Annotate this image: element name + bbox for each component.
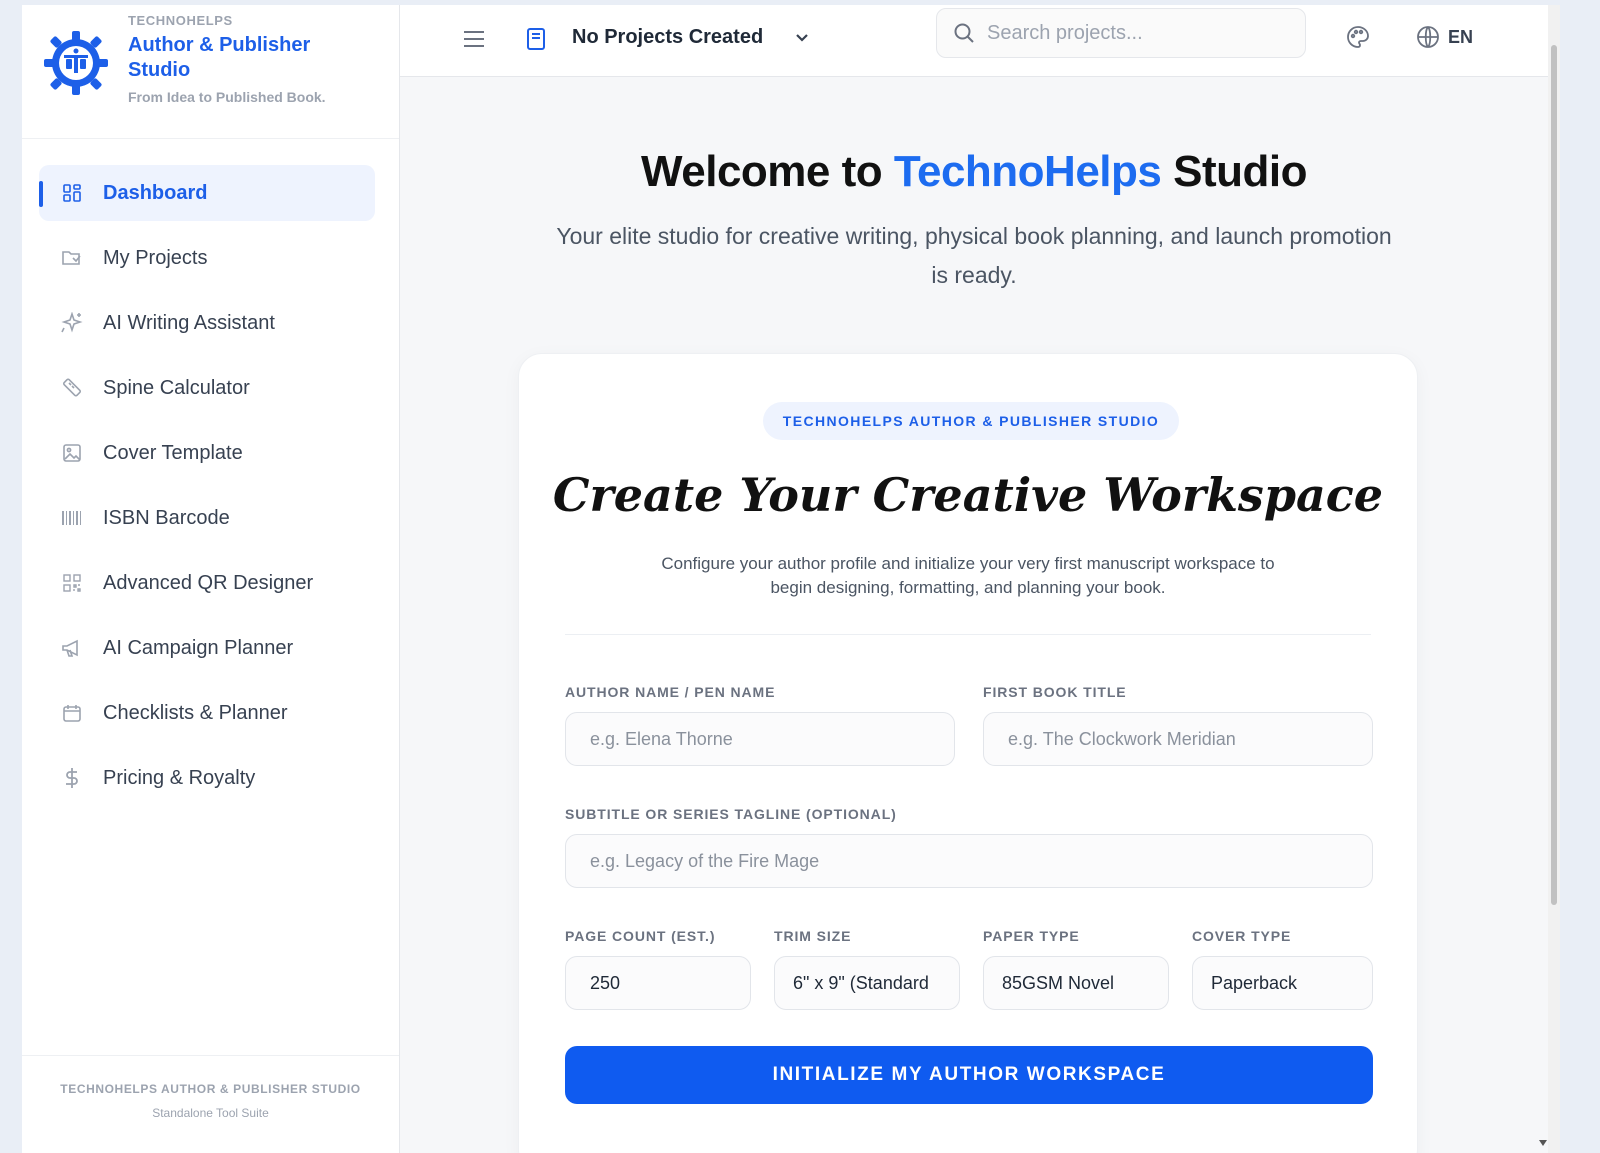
brand-tagline: From Idea to Published Book. <box>128 89 326 105</box>
title-prefix: Welcome to <box>641 147 894 196</box>
title-suffix: Studio <box>1161 147 1307 196</box>
book-button[interactable] <box>518 19 554 59</box>
menu-toggle-button[interactable] <box>454 19 494 59</box>
page-subtitle: Your elite studio for creative writing, … <box>556 223 1392 288</box>
sidebar-item-advanced-qr-designer[interactable]: Advanced QR Designer <box>39 555 375 611</box>
sidebar-item-dashboard[interactable]: Dashboard <box>39 165 375 221</box>
top-bar: No Projects Created EN <box>400 5 1548 77</box>
book-title-field-wrap <box>983 712 1373 766</box>
sidebar-item-spine-calculator[interactable]: Spine Calculator <box>39 360 375 416</box>
megaphone-icon <box>61 637 83 659</box>
sidebar-item-label: Pricing & Royalty <box>103 766 256 789</box>
paper-type-select[interactable] <box>983 956 1169 1010</box>
author-name-input[interactable] <box>590 728 954 750</box>
sidebar-footer-title: TECHNOHELPS AUTHOR & PUBLISHER STUDIO <box>60 1082 361 1096</box>
gear-logo-icon <box>44 31 108 95</box>
palette-icon <box>1347 26 1369 48</box>
hamburger-icon <box>464 31 484 47</box>
scrollbar[interactable] <box>1539 5 1560 1153</box>
sidebar-item-isbn-barcode[interactable]: ISBN Barcode <box>39 490 375 546</box>
page-title: Welcome to TechnoHelps Studio <box>400 147 1548 197</box>
page-count-field-wrap <box>565 956 751 1010</box>
initialize-workspace-button[interactable]: INITIALIZE MY AUTHOR WORKSPACE <box>565 1046 1373 1104</box>
calendar-icon <box>61 702 83 724</box>
cover-type-value[interactable] <box>1211 972 1372 994</box>
divider <box>565 634 1371 635</box>
sidebar-item-label: ISBN Barcode <box>103 506 230 529</box>
cover-type-select[interactable] <box>1192 956 1373 1010</box>
main-content: Welcome to TechnoHelps Studio Your elite… <box>400 77 1548 1153</box>
sidebar-item-label: Cover Template <box>103 441 243 464</box>
ruler-icon <box>61 377 83 399</box>
project-selector-label: No Projects Created <box>572 25 764 48</box>
qr-icon <box>61 572 83 594</box>
subtitle-field-wrap <box>565 834 1373 888</box>
sidebar-item-label: Advanced QR Designer <box>103 571 314 594</box>
sidebar-item-pricing-royalty[interactable]: Pricing & Royalty <box>39 750 375 806</box>
theme-button[interactable] <box>1340 19 1376 55</box>
card-title: Create Your Creative Workspace <box>552 468 1384 522</box>
trim-size-value[interactable] <box>793 972 959 994</box>
sidebar-item-my-projects[interactable]: My Projects <box>39 230 375 286</box>
sidebar-item-label: Dashboard <box>103 181 208 204</box>
sidebar-footer-subtitle: Standalone Tool Suite <box>152 1106 269 1120</box>
sidebar: TECHNOHELPS Author & Publisher Studio Fr… <box>22 5 400 1153</box>
book-icon <box>527 28 545 50</box>
page-count-label: PAGE COUNT (EST.) <box>565 928 716 944</box>
studio-badge: TECHNOHELPS AUTHOR & PUBLISHER STUDIO <box>763 402 1179 440</box>
dashboard-grid-icon <box>61 182 83 204</box>
sidebar-item-ai-writing-assistant[interactable]: AI Writing Assistant <box>39 295 375 351</box>
brand-header: TECHNOHELPS Author & Publisher Studio Fr… <box>22 5 399 139</box>
book-title-input[interactable] <box>1008 728 1372 750</box>
barcode-icon <box>61 507 83 529</box>
search-icon <box>954 23 974 43</box>
projects-icon <box>61 247 83 269</box>
project-selector[interactable]: No Projects Created <box>558 13 824 61</box>
sidebar-item-label: Checklists & Planner <box>103 701 288 724</box>
paper-type-value[interactable] <box>1002 972 1168 994</box>
cover-type-label: COVER TYPE <box>1192 928 1292 944</box>
paper-type-label: PAPER TYPE <box>983 928 1080 944</box>
sidebar-item-label: AI Writing Assistant <box>103 311 275 334</box>
sidebar-item-checklists-planner[interactable]: Checklists & Planner <box>39 685 375 741</box>
author-name-label: AUTHOR NAME / PEN NAME <box>565 684 776 700</box>
sparkle-icon <box>61 312 83 334</box>
language-selector[interactable]: EN <box>1416 19 1473 55</box>
scrollbar-thumb[interactable] <box>1551 45 1557 905</box>
workspace-setup-card: TECHNOHELPS AUTHOR & PUBLISHER STUDIO Cr… <box>518 353 1418 1153</box>
sidebar-item-label: AI Campaign Planner <box>103 636 294 659</box>
app-window: TECHNOHELPS Author & Publisher Studio Fr… <box>22 5 1560 1153</box>
scroll-down-icon[interactable] <box>1538 1139 1548 1147</box>
trim-size-label: TRIM SIZE <box>774 928 852 944</box>
sidebar-footer: TECHNOHELPS AUTHOR & PUBLISHER STUDIO St… <box>22 1055 399 1153</box>
sidebar-item-cover-template[interactable]: Cover Template <box>39 425 375 481</box>
subtitle-label: SUBTITLE OR SERIES TAGLINE (OPTIONAL) <box>565 806 897 822</box>
subtitle-input[interactable] <box>590 850 1372 872</box>
trim-size-select[interactable] <box>774 956 960 1010</box>
globe-icon <box>1417 26 1439 48</box>
sidebar-item-label: My Projects <box>103 246 208 269</box>
sidebar-item-ai-campaign-planner[interactable]: AI Campaign Planner <box>39 620 375 676</box>
sidebar-nav: Dashboard My Projects AI Writing Assista… <box>39 165 375 815</box>
book-title-label: FIRST BOOK TITLE <box>983 684 1127 700</box>
brand-kicker: TECHNOHELPS <box>128 13 233 28</box>
page-count-input[interactable] <box>590 972 750 994</box>
brand-title: Author & Publisher Studio <box>128 34 311 81</box>
image-icon <box>61 442 83 464</box>
title-accent: TechnoHelps <box>893 147 1162 196</box>
search-box[interactable] <box>936 8 1306 58</box>
language-label: EN <box>1448 26 1474 47</box>
chevron-down-icon <box>796 34 808 42</box>
search-input[interactable] <box>987 21 1287 45</box>
dollar-icon <box>61 767 83 789</box>
author-name-field-wrap <box>565 712 955 766</box>
card-description: Configure your author profile and initia… <box>661 554 1275 597</box>
sidebar-item-label: Spine Calculator <box>103 376 250 399</box>
